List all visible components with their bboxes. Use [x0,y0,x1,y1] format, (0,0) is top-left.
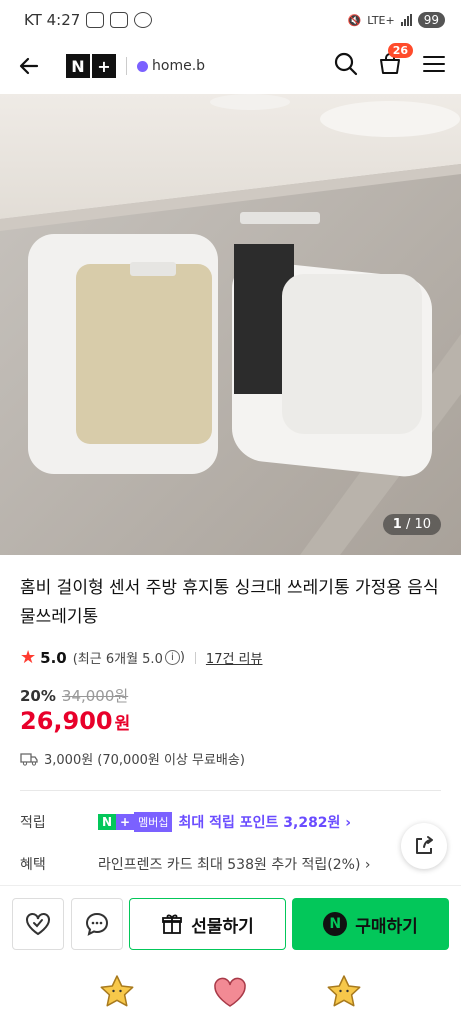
image-counter-current: 1 [392,517,402,532]
star-face-icon-2 [327,974,361,1006]
shipping-row: 3,000원 (70,000원 이상 무료배송) [20,749,245,768]
arrow-left-icon [19,57,39,75]
cart-count-badge: 26 [387,43,413,58]
rating-detail: (최근 6개월 5.0 [72,652,163,667]
benefit-label: 혜택 [20,857,46,873]
product-image-gallery[interactable]: 1 / 10 [0,94,461,555]
gift-button[interactable]: 선물하기 [129,898,286,950]
heart-check-icon [26,913,50,936]
original-price: 34,000원 [61,687,129,705]
discount-rate: 20% [20,686,56,705]
signal-icon [400,14,412,26]
section-divider [20,790,441,791]
chat-button[interactable] [71,898,123,950]
store-dot-icon [137,60,148,72]
buy-button[interactable]: N 구매하기 [292,898,449,950]
sale-price: 26,900 [20,707,113,735]
discount-row: 20% 34,000원 [20,685,128,706]
review-count-link[interactable]: 17건 리뷰 [206,648,263,667]
gift-label: 선물하기 [191,916,254,937]
shipping-fee: 3,000원 (70,000원 이상 무료배송) [44,753,245,768]
card-benefit-text: 라인프렌즈 카드 최대 538원 추가 적립(2%) › [98,857,371,873]
logo-plus: + [92,54,116,78]
points-row[interactable]: 적립 N + 멤버십 최대 적립 포인트 3,282원 › [20,812,351,832]
rating-value: 5.0 [40,648,67,667]
info-icon[interactable]: i [164,650,180,665]
image-counter-total: / 10 [405,517,431,532]
membership-badge: N + 멤버십 [98,812,178,832]
battery-indicator: 99 [417,12,445,28]
naver-plus-logo[interactable]: N + [66,54,116,78]
star-face-icon [100,974,134,1006]
product-title: 홈비 걸이형 센서 주방 휴지통 싱크대 쓰레기통 가정용 음식물쓰레기통 [20,578,439,627]
store-link[interactable]: home.b [137,58,205,74]
header-divider [126,57,127,75]
network-label: LTE+ [367,13,395,27]
points-label: 적립 [20,815,46,831]
product-photo [0,94,461,555]
sale-price-unit: 원 [114,714,131,734]
store-name: home.b [152,58,206,74]
purchase-action-bar: 선물하기 N 구매하기 [0,885,461,963]
buy-label: 구매하기 [355,916,418,937]
app-icon [110,12,129,28]
rating-separator [194,651,196,664]
sale-price-row: 26,900 원 [20,707,130,735]
truck-icon [20,752,38,766]
search-button[interactable] [333,51,359,81]
cart-button[interactable]: 26 [377,43,413,81]
logo-n: N [66,54,90,78]
status-bar: KT 4:27 🔇 LTE+ 99 [0,0,461,40]
rating-detail-close: ) [179,650,185,665]
membership-plus: + [116,814,135,830]
wishlist-button[interactable] [12,898,64,950]
npay-icon: N [323,912,348,936]
max-points-text: 최대 적립 포인트 3,282원 › [178,815,352,831]
membership-tag: 멤버십 [134,812,173,832]
app-header: N + home.b 26 [0,40,461,92]
heart-icon [214,977,247,1007]
star-sticker-button[interactable] [98,973,136,1015]
heart-sticker-button[interactable] [211,973,249,1015]
reaction-bar [0,963,461,1024]
notification-icon [86,12,105,28]
share-icon [416,836,433,854]
carrier-time: KT 4:27 [24,11,81,29]
hamburger-menu-icon [423,56,445,72]
image-counter: 1 / 10 [382,514,441,535]
menu-button[interactable] [421,51,447,81]
mute-icon: 🔇 [347,13,362,27]
search-icon [334,52,358,76]
card-benefit-row[interactable]: 혜택 라인프렌즈 카드 최대 538원 추가 적립(2%) › [20,854,370,874]
chat-bubble-icon [85,912,109,936]
gift-icon [162,914,183,934]
back-button[interactable] [14,51,44,81]
membership-n: N [98,814,117,830]
rating-row: ★ 5.0 (최근 6개월 5.0 i ) 17건 리뷰 [20,647,262,668]
star-sticker-button-2[interactable] [325,973,363,1015]
star-icon: ★ [20,647,37,668]
share-button[interactable] [401,823,447,869]
sync-icon [134,12,153,28]
